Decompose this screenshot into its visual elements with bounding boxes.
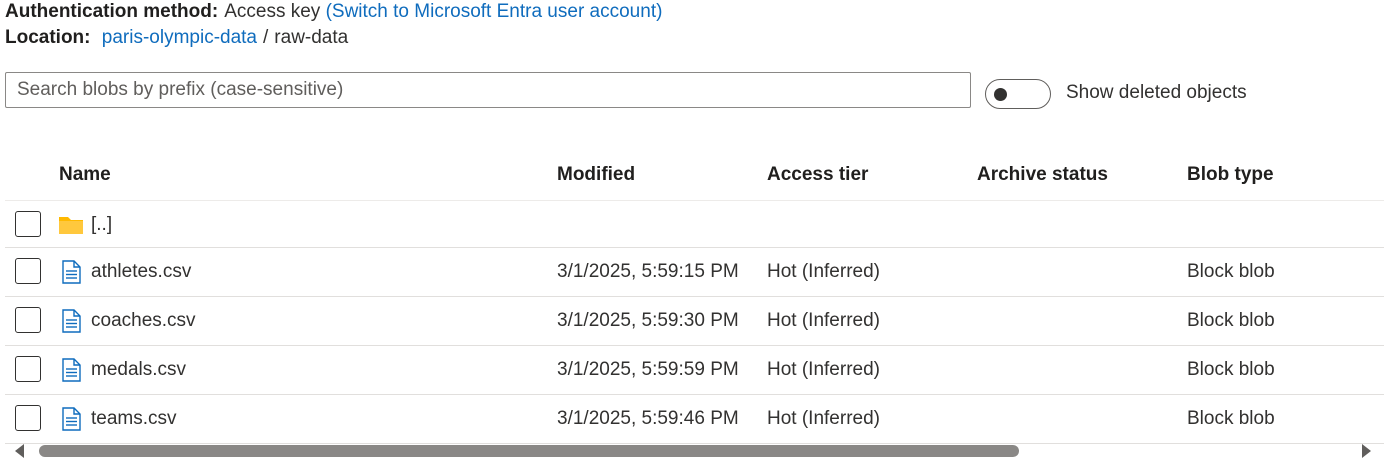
search-box[interactable] (5, 72, 971, 108)
row-blob-type: Block blob (1187, 261, 1275, 282)
row-access-tier: Hot (Inferred) (767, 310, 880, 331)
location-label: Location: (5, 27, 91, 48)
row-modified: 3/1/2025, 5:59:46 PM (557, 408, 739, 429)
auth-method-label: Authentication method: (5, 1, 219, 22)
table-row-parent-folder[interactable]: [..] (5, 201, 1384, 248)
row-blob-type: Block blob (1187, 310, 1275, 331)
row-checkbox[interactable] (15, 356, 41, 382)
file-icon (62, 260, 81, 284)
scroll-left-arrow-icon[interactable] (15, 444, 24, 458)
file-icon (62, 407, 81, 431)
column-header-modified[interactable]: Modified (557, 163, 635, 187)
row-blob-type: Block blob (1187, 359, 1275, 380)
row-modified: 3/1/2025, 5:59:15 PM (557, 261, 739, 282)
auth-method-line: Authentication method: Access key (Switch… (5, 0, 662, 24)
row-modified: 3/1/2025, 5:59:59 PM (557, 359, 739, 380)
row-name[interactable]: coaches.csv (91, 309, 196, 333)
row-modified: 3/1/2025, 5:59:30 PM (557, 310, 739, 331)
row-checkbox[interactable] (15, 405, 41, 431)
column-header-name[interactable]: Name (59, 163, 111, 187)
location-folder: raw-data (274, 27, 349, 48)
blob-table: Name Modified Access tier Archive status… (5, 152, 1384, 444)
switch-auth-link[interactable]: (Switch to Microsoft Entra user account) (326, 1, 663, 22)
horizontal-scrollbar[interactable] (5, 440, 1384, 462)
table-row-coaches[interactable]: coaches.csv 3/1/2025, 5:59:30 PM Hot (In… (5, 297, 1384, 346)
toggle-knob (994, 88, 1007, 101)
scroll-right-arrow-icon[interactable] (1362, 444, 1371, 458)
location-separator: / (263, 27, 269, 48)
row-checkbox[interactable] (15, 307, 41, 333)
show-deleted-toggle[interactable] (985, 79, 1051, 109)
file-icon (62, 309, 81, 333)
column-header-archive-status[interactable]: Archive status (977, 163, 1108, 187)
show-deleted-label: Show deleted objects (1066, 82, 1247, 103)
folder-icon (59, 217, 83, 234)
location-line: Location: paris-olympic-data / raw-data (5, 26, 348, 50)
search-input[interactable] (6, 73, 970, 107)
table-row-athletes[interactable]: athletes.csv 3/1/2025, 5:59:15 PM Hot (I… (5, 248, 1384, 297)
row-access-tier: Hot (Inferred) (767, 408, 880, 429)
row-access-tier: Hot (Inferred) (767, 261, 880, 282)
table-header: Name Modified Access tier Archive status… (5, 152, 1384, 201)
row-blob-type: Block blob (1187, 408, 1275, 429)
location-container-link[interactable]: paris-olympic-data (102, 27, 257, 48)
scrollbar-thumb[interactable] (39, 445, 1019, 457)
auth-method-value: Access key (224, 1, 321, 22)
row-name[interactable]: medals.csv (91, 358, 186, 382)
row-checkbox[interactable] (15, 211, 41, 237)
column-header-access-tier[interactable]: Access tier (767, 163, 868, 187)
file-icon (62, 358, 81, 382)
row-checkbox[interactable] (15, 258, 41, 284)
column-header-blob-type[interactable]: Blob type (1187, 163, 1274, 187)
row-name[interactable]: athletes.csv (91, 260, 191, 284)
table-row-medals[interactable]: medals.csv 3/1/2025, 5:59:59 PM Hot (Inf… (5, 346, 1384, 395)
row-access-tier: Hot (Inferred) (767, 359, 880, 380)
row-name[interactable]: [..] (91, 213, 112, 237)
row-name[interactable]: teams.csv (91, 407, 177, 431)
table-row-teams[interactable]: teams.csv 3/1/2025, 5:59:46 PM Hot (Infe… (5, 395, 1384, 444)
